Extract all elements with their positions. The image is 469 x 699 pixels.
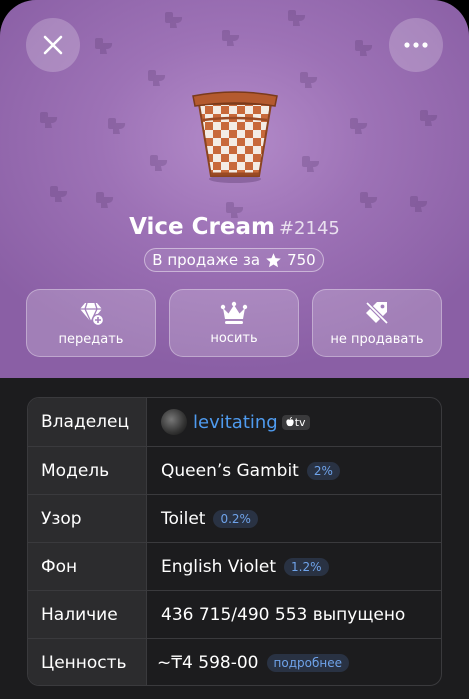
gift-number: #2145: [278, 218, 340, 239]
gift-bucket-image: [192, 91, 278, 183]
apple-tv-badge: tv: [281, 414, 310, 430]
unlist-label: не продавать: [330, 331, 424, 347]
model-label: Модель: [28, 447, 147, 494]
availability-label: Наличие: [28, 591, 147, 638]
value-label: Ценность: [28, 639, 147, 685]
model-value-cell: Queen’s Gambit 2%: [147, 447, 441, 494]
sale-label: В продаже за: [152, 251, 261, 269]
availability-value-cell: 436 715/490 553 выпущено: [147, 591, 441, 638]
pattern-rarity-badge[interactable]: 0.2%: [213, 509, 258, 528]
backdrop-rarity-badge[interactable]: 1.2%: [284, 557, 329, 576]
close-icon: [43, 35, 63, 55]
more-dots-icon: [404, 42, 428, 48]
gift-transfer-icon: [80, 302, 104, 326]
gift-sheet: Vice Cream #2145 В продаже за 750 передат…: [0, 0, 469, 699]
star-icon: [266, 252, 281, 267]
value-value: ~₸4 598-00: [157, 652, 259, 673]
backdrop-row: Фон English Violet 1.2%: [28, 542, 441, 590]
gift-title: Vice Cream #2145: [0, 214, 469, 240]
crown-icon: [220, 301, 248, 324]
owner-name-link[interactable]: levitating: [193, 412, 278, 433]
pattern-value-cell: Toilet 0.2%: [147, 495, 441, 542]
availability-value: 436 715/490 553 выпущено: [161, 604, 406, 625]
gift-hero: Vice Cream #2145 В продаже за 750 передат…: [0, 0, 469, 378]
owner-row: Владелец levitating tv: [28, 398, 441, 446]
model-value: Queen’s Gambit: [161, 460, 299, 481]
owner-value: levitating tv: [147, 398, 441, 446]
pattern-row: Узор Toilet 0.2%: [28, 494, 441, 542]
wear-label: носить: [210, 330, 258, 346]
more-button[interactable]: [389, 18, 443, 72]
model-row: Модель Queen’s Gambit 2%: [28, 446, 441, 494]
pattern-label: Узор: [28, 495, 147, 542]
gift-details-table: Владелец levitating tv Модель Queen’s Ga…: [27, 397, 442, 686]
apple-icon: [286, 417, 294, 427]
wear-button[interactable]: носить: [169, 289, 299, 357]
backdrop-value: English Violet: [161, 556, 277, 577]
transfer-label: передать: [58, 331, 124, 347]
pattern-value: Toilet: [161, 508, 206, 529]
gift-name: Vice Cream: [129, 214, 275, 240]
price-tag-off-icon: [365, 301, 389, 324]
unlist-button[interactable]: не продавать: [312, 289, 442, 357]
backdrop-value-cell: English Violet 1.2%: [147, 543, 441, 590]
transfer-button[interactable]: передать: [26, 289, 156, 357]
sale-status-pill[interactable]: В продаже за 750: [144, 248, 324, 272]
value-value-cell: ~₸4 598-00 подробнее: [147, 639, 441, 685]
sale-price: 750: [287, 251, 316, 269]
backdrop-label: Фон: [28, 543, 147, 590]
value-row: Ценность ~₸4 598-00 подробнее: [28, 638, 441, 685]
value-more-button[interactable]: подробнее: [266, 653, 349, 672]
availability-row: Наличие 436 715/490 553 выпущено: [28, 590, 441, 638]
model-rarity-badge[interactable]: 2%: [306, 461, 340, 480]
owner-label: Владелец: [28, 398, 147, 446]
close-button[interactable]: [26, 18, 80, 72]
apple-tv-text: tv: [294, 415, 306, 429]
avatar[interactable]: [161, 409, 187, 435]
